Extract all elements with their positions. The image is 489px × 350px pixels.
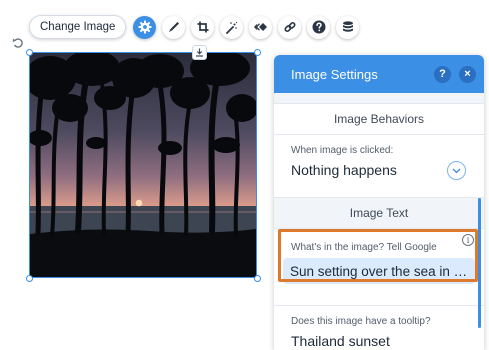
resize-handle-bottom-right[interactable] [254,275,261,282]
layers-button[interactable] [336,15,360,39]
info-icon[interactable]: i [462,234,474,246]
sunset-photo [30,53,256,277]
click-behavior-field[interactable]: When image is clicked: Nothing happens [274,135,484,197]
alt-text-input[interactable]: Sun setting over the sea in … [283,258,475,284]
click-behavior-label: When image is clicked: [291,145,394,156]
settings-button[interactable] [133,15,157,39]
help-button[interactable] [307,15,331,39]
link-icon [284,21,296,33]
gear-icon [138,20,152,34]
crop-button[interactable] [191,15,215,39]
section-image-behaviors: Image Behaviors [274,103,484,135]
tooltip-label: Does this image have a tooltip? [291,316,431,327]
section-image-text: Image Text [274,197,484,229]
selected-image[interactable] [29,52,257,278]
image-toolbar: Change Image [29,14,365,40]
alt-text-label: What's in the image? Tell Google [291,242,437,253]
design-button[interactable] [162,15,186,39]
image-settings-panel: Image Settings ? × Image Behaviors When … [274,55,484,350]
anchor-icon[interactable] [192,45,207,60]
panel-title: Image Settings [291,66,378,82]
help-icon [312,20,326,34]
help-icon[interactable]: ? [434,65,451,83]
animation-icon [253,23,267,31]
click-behavior-value[interactable]: Nothing happens [291,162,467,178]
enhance-button[interactable] [220,15,244,39]
change-image-button[interactable]: Change Image [29,15,127,39]
crop-icon [197,21,209,33]
chevron-down-icon[interactable] [447,161,466,180]
layers-icon [342,20,353,32]
alt-text-field: What's in the image? Tell Google i Sun s… [274,229,484,305]
resize-handle-bottom-left[interactable] [26,275,33,282]
pen-icon [168,22,179,32]
link-button[interactable] [278,15,302,39]
tooltip-value[interactable]: Thailand sunset [291,333,467,349]
magic-wand-icon [226,21,238,34]
resize-handle-top-left[interactable] [26,49,33,56]
panel-subheader [274,93,484,103]
tooltip-field[interactable]: Does this image have a tooltip? Thailand… [274,305,484,349]
panel-scrollbar[interactable] [478,198,481,328]
close-icon[interactable]: × [459,65,476,83]
undo-icon[interactable] [12,37,24,49]
panel-header: Image Settings ? × [274,55,484,93]
resize-handle-top-right[interactable] [254,49,261,56]
animation-button[interactable] [249,15,273,39]
